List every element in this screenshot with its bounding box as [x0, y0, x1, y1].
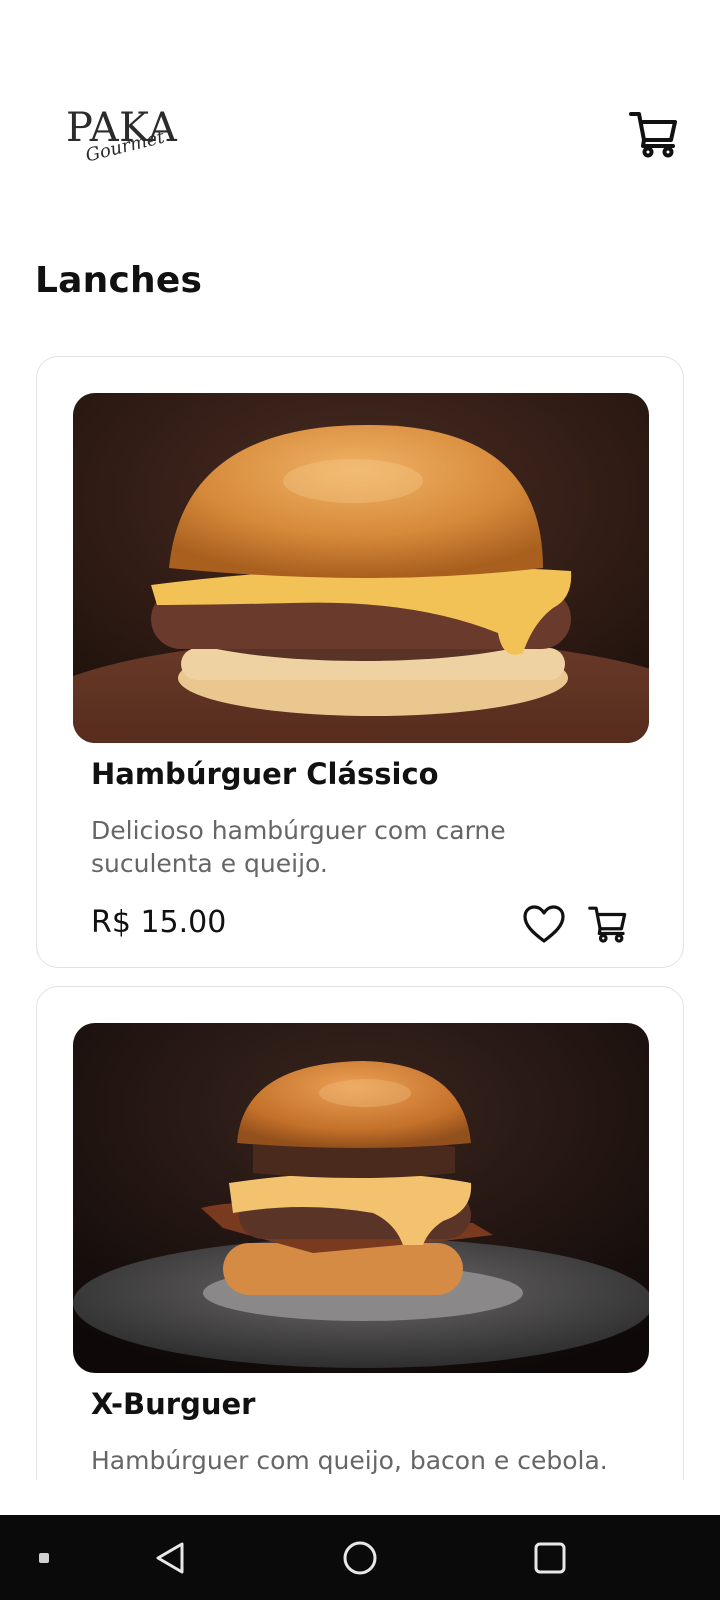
product-card[interactable]: Hambúrguer Clássico Delicioso hambúrguer…: [36, 356, 684, 968]
product-image: [73, 393, 649, 743]
system-navigation-bar: [0, 1515, 720, 1600]
brand-logo: PAKA Gourmet: [66, 108, 206, 198]
recents-button[interactable]: [520, 1515, 580, 1600]
home-button[interactable]: [330, 1515, 390, 1600]
recents-icon: [534, 1542, 566, 1573]
home-icon: [343, 1541, 377, 1574]
back-button[interactable]: [140, 1515, 200, 1600]
favorite-button[interactable]: [521, 901, 567, 947]
dot-button[interactable]: [24, 1515, 64, 1600]
cart-button[interactable]: [628, 108, 680, 160]
dot-icon: [39, 1552, 49, 1563]
product-description: Hambúrguer com queijo, bacon e cebola.: [91, 1446, 608, 1475]
product-list[interactable]: Hambúrguer Clássico Delicioso hambúrguer…: [0, 356, 720, 1480]
product-name: Hambúrguer Clássico: [91, 757, 439, 791]
product-price: R$ 15.00: [91, 905, 227, 940]
cart-icon: [588, 906, 627, 943]
app-header: PAKA Gourmet: [0, 0, 720, 230]
heart-icon: [523, 905, 565, 943]
cart-icon: [629, 112, 677, 158]
product-description: Delicioso hambúrguer com carne suculenta…: [91, 816, 506, 878]
page-title: Lanches: [35, 260, 203, 301]
product-image: [73, 1023, 649, 1373]
add-to-cart-button[interactable]: [585, 901, 631, 947]
back-icon: [156, 1542, 184, 1573]
product-name: X-Burguer: [91, 1387, 256, 1421]
product-card[interactable]: X-Burguer Hambúrguer com queijo, bacon e…: [36, 986, 684, 1480]
